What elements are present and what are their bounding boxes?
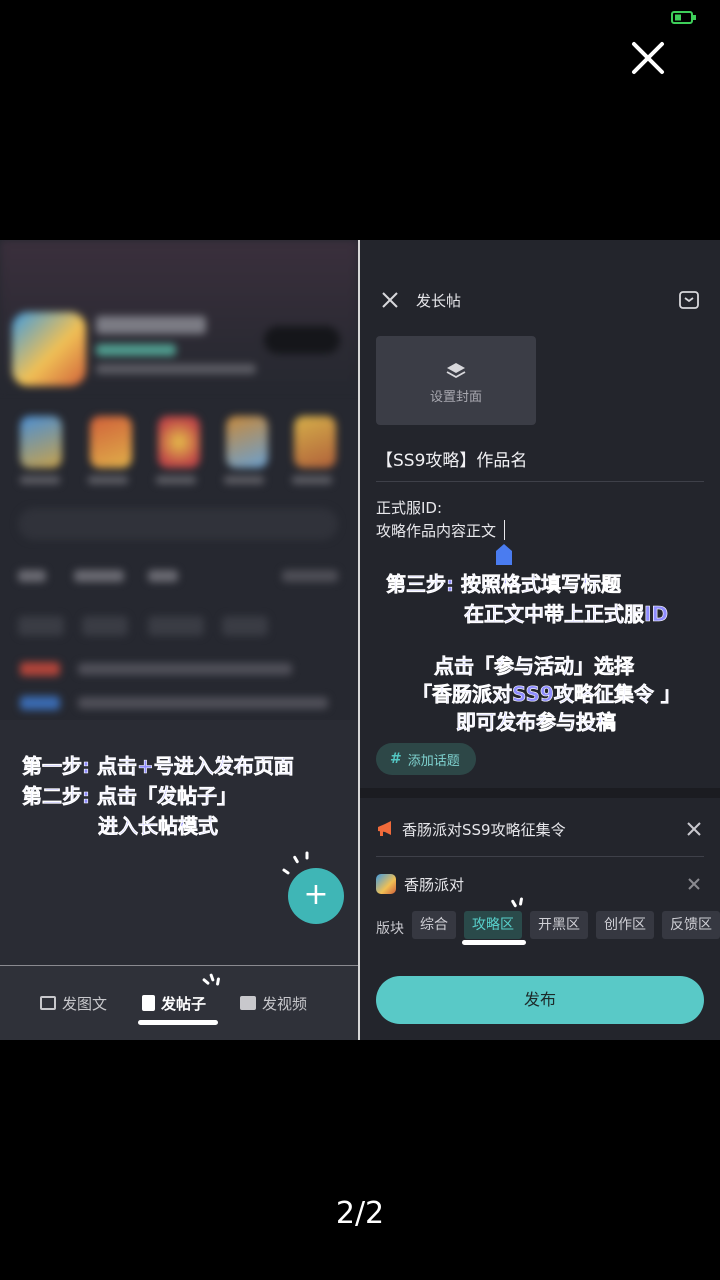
step3-annotation-cont: 在正文中带上正式服ID — [464, 602, 669, 627]
nav-post-video[interactable]: 发视频 — [240, 990, 307, 1016]
page-title: 发长帖 — [416, 292, 462, 310]
category-chip[interactable]: 反馈区 — [662, 911, 720, 939]
blurred-tag — [20, 662, 60, 676]
character-thumb — [226, 416, 268, 468]
nav-label: 发视频 — [262, 994, 308, 1013]
event-label: 香肠派对SS9攻略征集令 — [402, 820, 566, 839]
blurred-chip — [18, 616, 64, 636]
close-icon[interactable] — [380, 290, 400, 310]
highlight-underline — [462, 940, 526, 945]
step3-annotation-cont: 点击「参与活动」选择 — [434, 654, 635, 679]
sparkle-mark — [201, 977, 211, 986]
divider — [376, 481, 704, 482]
sparkle-mark — [518, 897, 524, 906]
set-cover-button[interactable]: 设置封面 — [376, 336, 536, 425]
step1-annotation: 第一步: 点击+号进入发布页面 — [22, 754, 294, 779]
blurred-chip — [148, 616, 204, 636]
character-thumb — [90, 416, 132, 468]
blurred-app-background — [0, 240, 358, 720]
blurred-tab — [74, 570, 124, 582]
step3-annotation: 第三步: 按照格式填写标题 — [386, 572, 622, 597]
post-title-input[interactable]: 【SS9攻略】作品名 — [376, 446, 527, 471]
blurred-tab — [148, 570, 178, 582]
nav-label: 发图文 — [62, 994, 108, 1013]
blurred-label — [156, 476, 196, 484]
blurred-label — [20, 476, 60, 484]
category-label: 版块 — [376, 921, 404, 937]
highlight-underline — [138, 1020, 218, 1025]
tutorial-screenshot: 第一步: 点击+号进入发布页面 第二步: 点击「发帖子」 进入长帖模式 + 发图… — [0, 240, 720, 1040]
blurred-label — [224, 476, 264, 484]
cursor-handle-icon[interactable] — [495, 542, 513, 566]
step3-annotation-cont: 「香肠派对SS9攻略征集令 」 — [412, 682, 681, 707]
sparkle-mark — [209, 973, 215, 982]
add-topic-button[interactable]: # 添加话题 — [376, 743, 476, 775]
cover-label: 设置封面 — [429, 390, 482, 405]
document-icon — [142, 995, 155, 1011]
character-thumb — [158, 416, 200, 468]
character-thumb — [294, 416, 336, 468]
blurred-title — [96, 316, 206, 334]
drafts-box-icon[interactable] — [678, 289, 700, 311]
game-label: 香肠派对 — [404, 875, 465, 894]
image-icon — [40, 996, 56, 1010]
blurred-tab — [18, 570, 46, 582]
category-chip[interactable]: 创作区 — [596, 911, 654, 939]
blurred-tag — [20, 696, 60, 710]
section-divider — [360, 788, 720, 798]
video-icon — [240, 996, 256, 1010]
blurred-label — [292, 476, 332, 484]
publish-button[interactable]: 发布 — [376, 976, 704, 1024]
divider — [376, 856, 704, 857]
left-panel: 第一步: 点击+号进入发布页面 第二步: 点击「发帖子」 进入长帖模式 + 发图… — [0, 240, 358, 1040]
blurred-row — [78, 697, 328, 709]
blurred-search — [18, 508, 338, 540]
text-caret — [504, 520, 505, 540]
category-chip[interactable]: 综合 — [412, 911, 456, 939]
blurred-chip — [82, 616, 128, 636]
character-thumb — [20, 416, 62, 468]
battery-icon — [671, 11, 696, 24]
step2-annotation: 第二步: 点击「发帖子」 — [22, 784, 238, 809]
post-body-line[interactable]: 正式服ID: — [376, 497, 442, 518]
page-indicator: 2/2 — [335, 1196, 385, 1231]
blurred-chip — [222, 616, 268, 636]
sparkle-mark — [305, 851, 309, 860]
create-post-fab[interactable]: + — [288, 868, 344, 924]
nav-post-image[interactable]: 发图文 — [40, 990, 107, 1016]
blurred-follow-button — [264, 326, 340, 354]
blurred-label — [88, 476, 128, 484]
megaphone-icon — [378, 821, 391, 836]
blurred-tab — [282, 570, 338, 582]
step3-annotation-cont: 即可发布参与投稿 — [456, 710, 617, 735]
game-icon — [376, 874, 396, 894]
step2-annotation-cont: 进入长帖模式 — [98, 814, 219, 839]
remove-game-icon[interactable] — [684, 874, 704, 894]
remove-event-icon[interactable] — [684, 819, 704, 839]
app-icon — [12, 312, 86, 386]
close-icon[interactable] — [626, 36, 670, 80]
game-row[interactable]: 香肠派对 — [376, 864, 704, 904]
category-chip[interactable]: 开黑区 — [530, 911, 588, 939]
nav-post-thread[interactable]: 发帖子 — [142, 990, 206, 1016]
add-topic-label: 添加话题 — [407, 753, 460, 769]
blurred-info — [96, 364, 256, 374]
nav-label: 发帖子 — [161, 994, 207, 1013]
right-panel: 发长帖 设置封面 【SS9攻略】作品名 正式服ID: 攻略作品内容正文 第三步:… — [360, 240, 720, 1040]
bottom-nav: 发图文 发帖子 发视频 — [0, 965, 358, 1040]
hashtag-icon: # — [390, 751, 402, 767]
blurred-subtitle — [96, 344, 176, 356]
category-chip-selected[interactable]: 攻略区 — [464, 911, 522, 939]
event-row[interactable]: 香肠派对SS9攻略征集令 — [376, 809, 704, 849]
sparkle-mark — [215, 977, 221, 986]
layers-icon — [446, 363, 466, 378]
blurred-row — [78, 663, 292, 675]
post-body-line[interactable]: 攻略作品内容正文 — [376, 520, 496, 541]
